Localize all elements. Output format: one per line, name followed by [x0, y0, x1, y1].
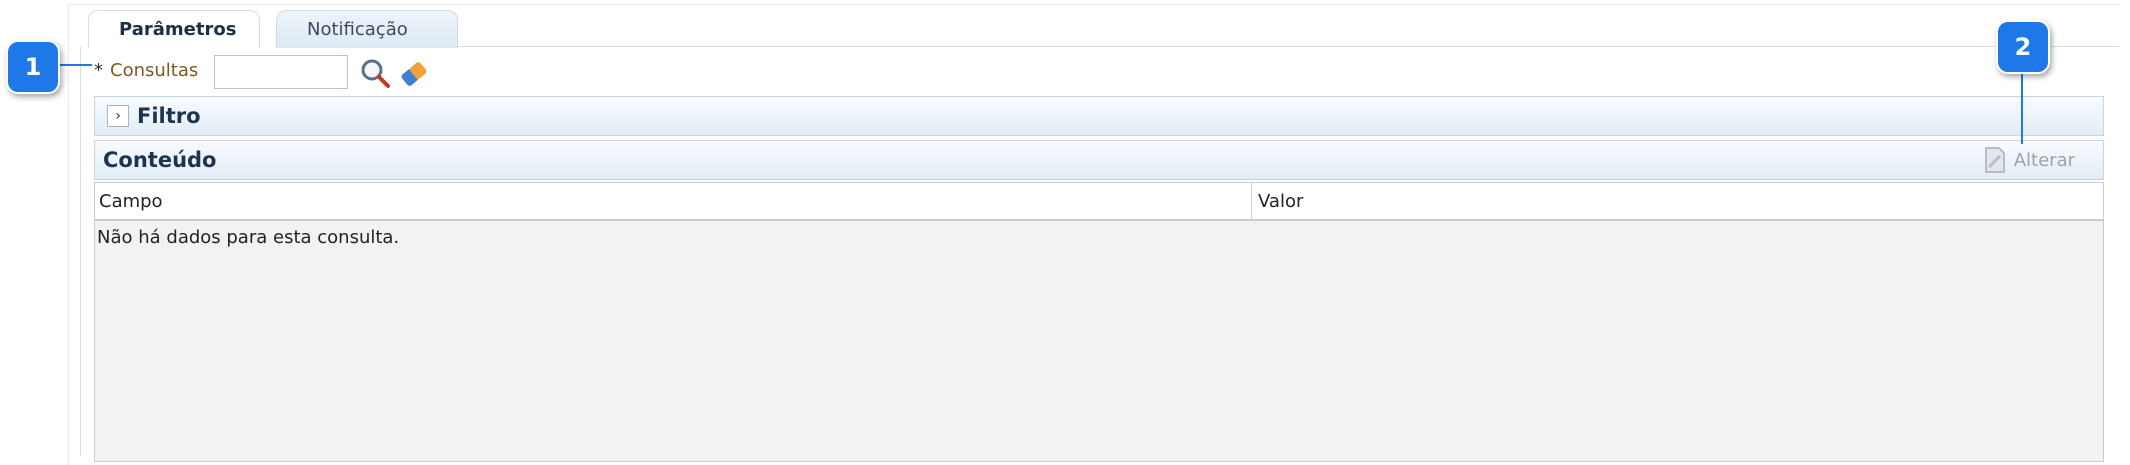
- content-table: Campo Valor Não há dados para esta consu…: [94, 182, 2104, 462]
- tab-divider: [420, 46, 2120, 47]
- consultas-label: Consultas: [110, 60, 199, 81]
- chevron-right-icon[interactable]: ›: [107, 105, 129, 127]
- table-header: Campo Valor: [95, 183, 2103, 221]
- conteudo-title: Conteúdo: [103, 148, 217, 172]
- callout-1-connector: [58, 64, 92, 66]
- tab-label: Notificação: [307, 19, 408, 40]
- alterar-button[interactable]: Alterar: [1984, 147, 2075, 173]
- required-marker: *: [94, 60, 103, 81]
- tab-label: Parâmetros: [119, 19, 237, 40]
- column-header-valor[interactable]: Valor: [1251, 183, 2108, 219]
- conteudo-panel-header: Conteúdo Alterar: [94, 140, 2104, 180]
- search-icon[interactable]: [358, 56, 392, 90]
- tab-parametros[interactable]: Parâmetros: [88, 10, 260, 48]
- eraser-icon[interactable]: [398, 58, 430, 90]
- document-icon: [1984, 147, 2005, 173]
- callout-badge-2: 2: [1996, 20, 2050, 74]
- empty-message: Não há dados para esta consulta.: [97, 227, 400, 248]
- filtro-title: Filtro: [137, 104, 201, 128]
- callout-2-connector: [2021, 70, 2023, 144]
- tab-notificacao[interactable]: Notificação: [276, 10, 458, 48]
- alterar-label: Alterar: [2013, 149, 2075, 171]
- column-header-campo[interactable]: Campo: [99, 183, 1249, 219]
- filtro-panel-header[interactable]: › Filtro: [94, 96, 2104, 136]
- callout-badge-1: 1: [6, 40, 60, 94]
- consultas-input[interactable]: [214, 55, 348, 89]
